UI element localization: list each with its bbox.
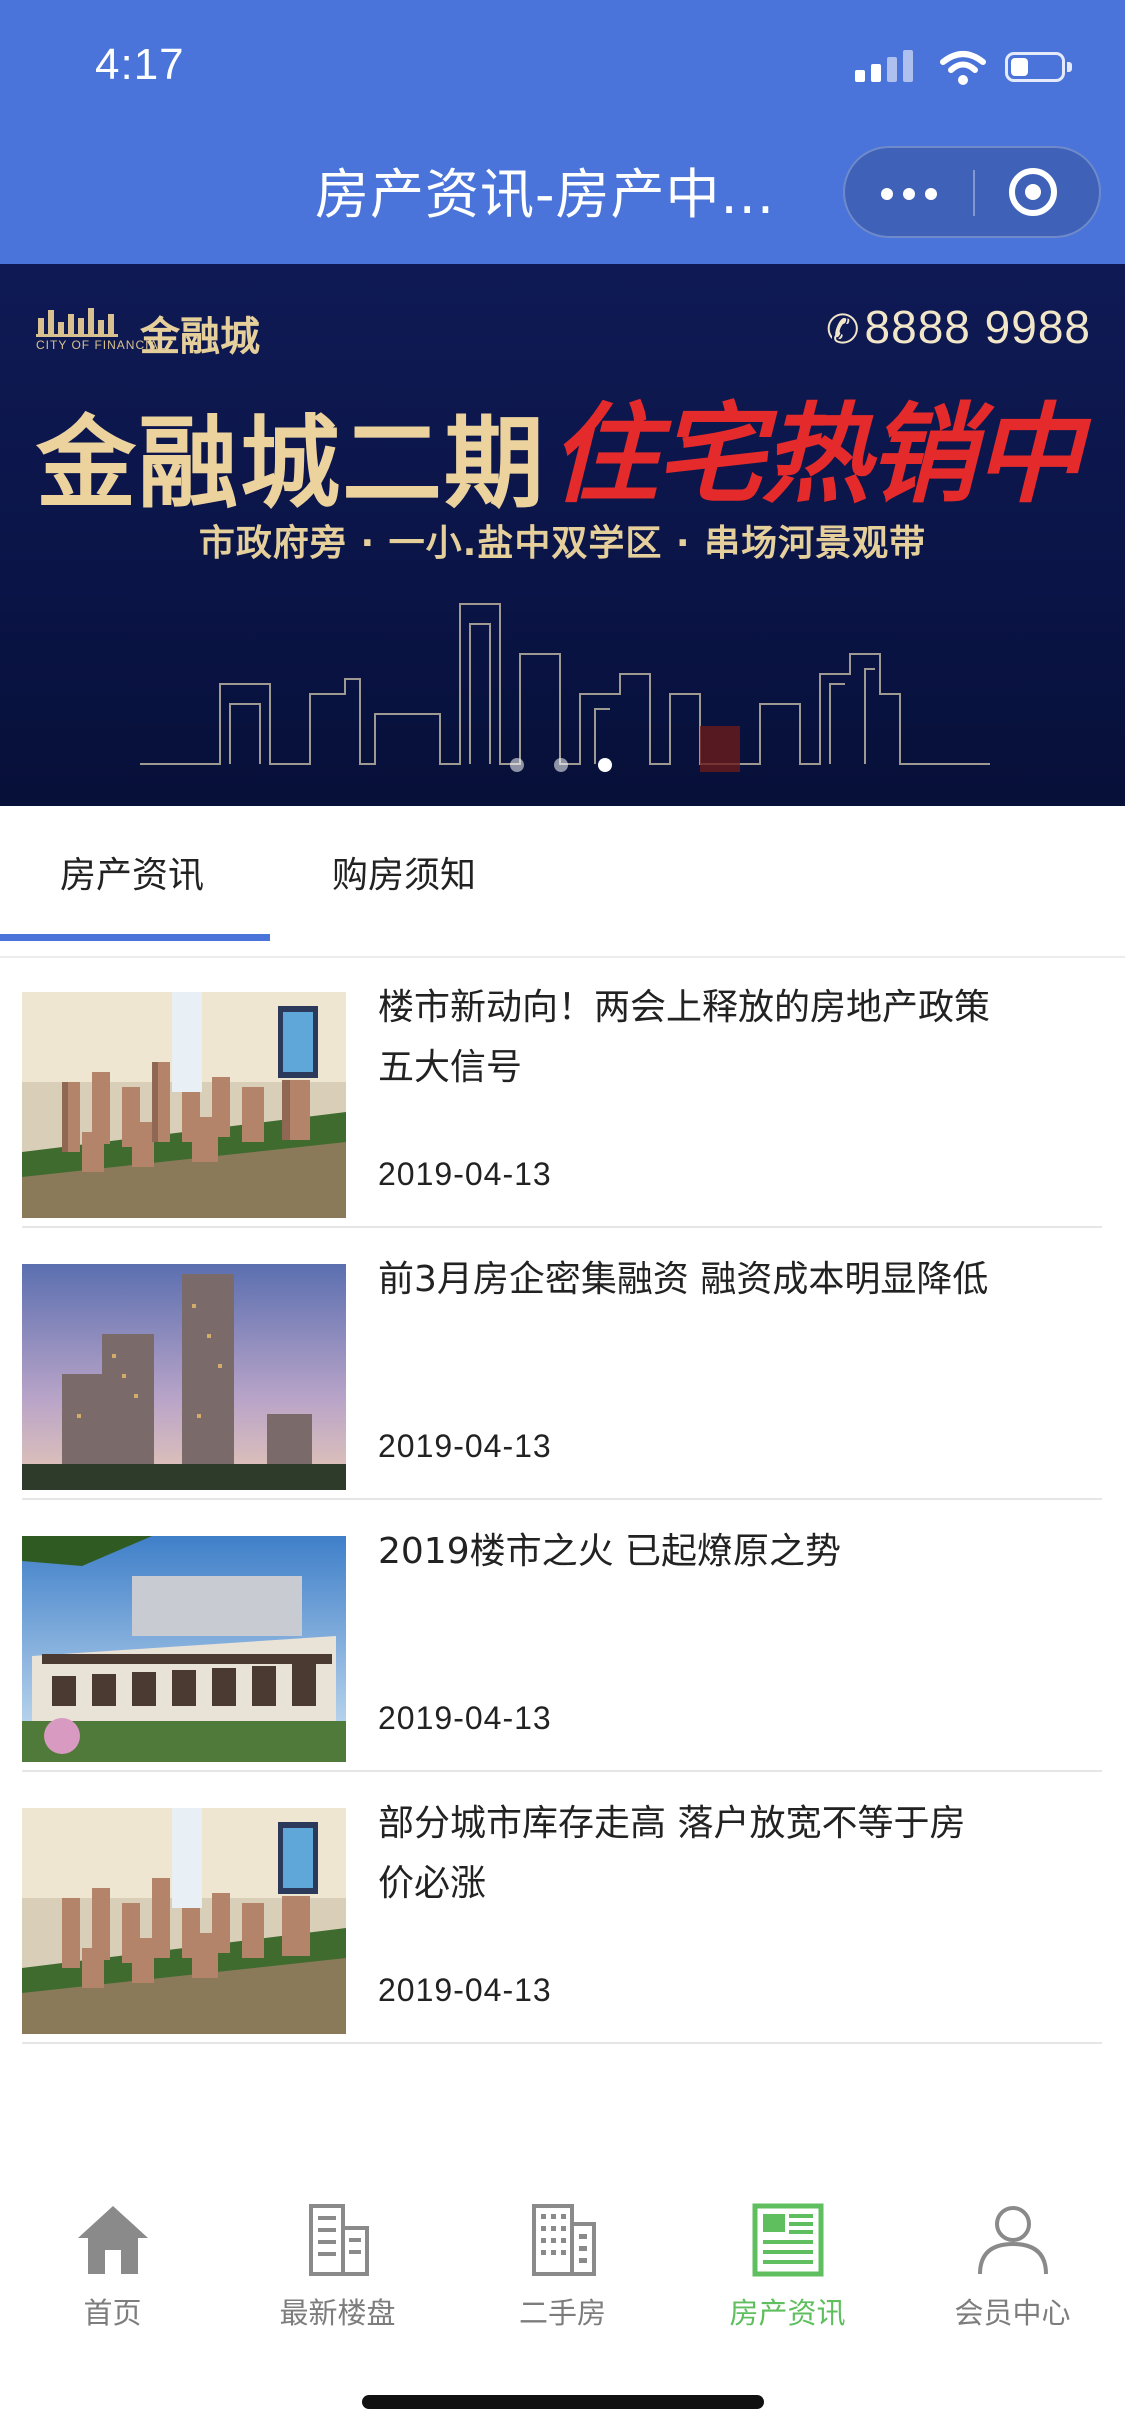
status-icons (855, 48, 1085, 88)
bottom-tab-bar: 首页 最新楼盘 二手房 房产资讯 会员中心 (0, 2170, 1125, 2360)
tabbar-item-news[interactable]: 房产资讯 (675, 2200, 900, 2340)
tabbar-item-second-hand[interactable]: 二手房 (450, 2200, 675, 2340)
home-indicator[interactable] (362, 2395, 764, 2409)
news-thumbnail (22, 1808, 346, 2034)
news-item[interactable]: 楼市新动向！两会上释放的房地产政策五大信号 2019-04-13 (22, 956, 1102, 1228)
tab-buying-guide[interactable]: 购房须知 (332, 846, 476, 898)
news-title: 楼市新动向！两会上释放的房地产政策五大信号 (378, 987, 991, 1088)
wifi-icon (940, 51, 986, 85)
news-item[interactable]: 部分城市库存走高 落户放宽不等于房价必涨 2019-04-13 (22, 1772, 1102, 2044)
tab-real-estate-news[interactable]: 房产资讯 (60, 846, 204, 898)
banner-headline: 金融城二期 (36, 404, 546, 522)
page-title: 房产资讯-房产中... (315, 163, 775, 226)
tabbar-label: 二手房 (518, 2296, 606, 2330)
banner-headline-highlight: 住宅热销中 (550, 392, 1082, 518)
user-icon (978, 2206, 1048, 2275)
status-time: 4:17 (95, 40, 185, 89)
news-title: 部分城市库存走高 落户放宽不等于房价必涨 (378, 1803, 966, 1904)
tabbar-item-home[interactable]: 首页 (0, 2200, 225, 2340)
tabbar-item-new-listings[interactable]: 最新楼盘 (225, 2200, 450, 2340)
news-item[interactable]: 前3月房企密集融资 融资成本明显降低 2019-04-13 (22, 1228, 1102, 1500)
newspaper-icon (752, 2203, 824, 2277)
phone-number: 8888 9988 (864, 301, 1091, 353)
news-date: 2019-04-13 (378, 1700, 552, 1736)
news-item[interactable]: 2019楼市之火 已起燎原之势 2019-04-13 (22, 1500, 1102, 1772)
tabbar-label: 房产资讯 (729, 2296, 846, 2330)
carousel-indicator (510, 754, 620, 776)
tabbar-label: 会员中心 (954, 2296, 1071, 2330)
signal-icon (855, 48, 925, 88)
close-target-button[interactable] (1009, 168, 1057, 216)
brand-name: 金融城 (140, 313, 260, 360)
battery-icon (1005, 52, 1072, 82)
promo-banner[interactable]: CITY OF FINANCIAL 金融城 ✆8888 9988 金融城二期 住… (0, 264, 1125, 806)
mini-program-capsule (843, 146, 1101, 238)
carousel-dot[interactable] (510, 758, 524, 772)
banner-phone: ✆8888 9988 (826, 300, 1091, 354)
news-thumbnail (22, 992, 346, 1218)
news-date: 2019-04-13 (378, 1428, 552, 1464)
category-tabs: 房产资讯 购房须知 (0, 806, 1125, 958)
active-tab-indicator (0, 934, 270, 941)
top-bar: 4:17 房产资讯-房产中... (0, 0, 1125, 264)
news-title: 2019楼市之火 已起燎原之势 (378, 1531, 842, 1572)
news-thumbnail (22, 1264, 346, 1490)
news-thumbnail (22, 1536, 346, 1762)
news-title: 前3月房企密集融资 融资成本明显降低 (378, 1259, 989, 1300)
phone-icon: ✆ (826, 308, 861, 352)
news-date: 2019-04-13 (378, 1156, 552, 1192)
news-date: 2019-04-13 (378, 1972, 552, 2008)
more-options-button[interactable] (881, 176, 941, 208)
tabbar-label: 首页 (83, 2296, 142, 2330)
carousel-dot[interactable] (554, 758, 568, 772)
tabbar-item-member[interactable]: 会员中心 (900, 2200, 1125, 2340)
apartment-icon (532, 2204, 596, 2276)
building-icon (309, 2204, 369, 2276)
carousel-dot[interactable] (598, 758, 612, 772)
brand-mark-icon (36, 308, 118, 337)
tabbar-label: 最新楼盘 (279, 2296, 396, 2330)
banner-tagline: 市政府旁 · 一小.盐中双学区 · 串场河景观带 (198, 523, 927, 564)
home-icon (78, 2206, 148, 2274)
